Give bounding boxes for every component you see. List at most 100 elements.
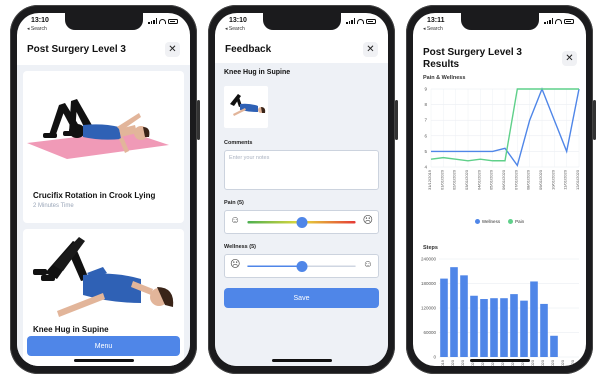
battery-icon (366, 18, 376, 24)
bar (470, 295, 478, 357)
x-tick-label: 11/01/2020 (550, 359, 555, 366)
feedback-form: Knee Hug in Supine Comments Enter your n… (215, 63, 388, 366)
status-icons (148, 18, 178, 24)
notch (262, 13, 341, 30)
status-icons (346, 18, 376, 24)
back-to-search-link[interactable]: ◂ Search (27, 26, 47, 32)
home-indicator (469, 359, 530, 362)
header: Post Surgery Level 3 ✕ (17, 35, 190, 63)
page-title-line1: Post Surgery Level 3 (423, 47, 522, 58)
exercise-time: 2 Minutes Time (33, 203, 74, 209)
status-time: 13:10 (229, 17, 247, 24)
y-tick-label: 60000 (423, 330, 436, 335)
signal-icon (346, 18, 355, 24)
x-tick-label: 04/01/2020 (476, 169, 481, 190)
y-tick-label: 7 (424, 118, 427, 123)
screen: 13:11 ◂ Search Post Surgery Level 3 Resu… (413, 13, 586, 366)
header: Feedback ✕ (215, 35, 388, 63)
home-indicator (73, 359, 134, 362)
x-tick-label: 02/01/2020 (452, 169, 457, 190)
exercise-name: Knee Hug in Supine (33, 325, 109, 334)
chart-title-pain-wellness: Pain & Wellness (423, 75, 466, 81)
exercise-name: Crucifix Rotation in Crook Lying (33, 191, 156, 200)
y-tick-label: 180000 (421, 281, 437, 286)
y-tick-label: 4 (424, 165, 427, 170)
happy-face-icon: ☺ (362, 259, 373, 270)
y-tick-label: 120000 (421, 306, 437, 311)
x-tick-label: 10/01/2020 (540, 359, 545, 366)
notch (64, 13, 143, 30)
close-button[interactable]: ✕ (562, 51, 577, 66)
sad-face-icon: ☹ (362, 215, 373, 226)
status-time: 13:11 (427, 17, 445, 24)
x-tick-label: 12/01/2020 (575, 169, 580, 190)
x-tick-label: 13/01/2020 (570, 359, 575, 366)
x-tick-label: 08/01/2020 (526, 169, 531, 190)
bar (510, 294, 518, 357)
status-time: 13:10 (31, 17, 49, 24)
page-title: Feedback (225, 43, 272, 55)
signal-icon (148, 18, 157, 24)
x-tick-label: 03/01/2020 (464, 169, 469, 190)
pain-wellness-chart: 4 5 6 7 8 9 31/12/2019 01/01/2020 02/01/2020 03/0… (424, 87, 580, 191)
legend-wellness: Wellness (474, 219, 500, 225)
x-tick-label: 12/01/2020 (560, 359, 565, 366)
chart-title-steps: Steps (423, 245, 438, 251)
x-tick-label: 09/01/2020 (530, 359, 535, 366)
exercise-thumbnail (224, 86, 268, 128)
y-tick-label: 6 (424, 133, 427, 138)
knee-hug-thumbnail-image (230, 94, 266, 116)
phone-results: 13:11 ◂ Search Post Surgery Level 3 Resu… (406, 5, 596, 374)
phone-feedback: 13:10 ◂ Search Feedback ✕ Knee Hug in Su… (208, 5, 398, 374)
x-tick-label: 31/12/2019 (427, 169, 432, 190)
legend-pain: Pain (508, 219, 524, 225)
x-tick-label: 05/01/2020 (489, 169, 494, 190)
battery-icon (168, 18, 178, 24)
phone-exercise-list: 13:10 ◂ Search Post Surgery Level 3 ✕ Cr… (10, 5, 200, 374)
wellness-label: Wellness (5) (224, 244, 256, 250)
bar (520, 300, 528, 357)
back-to-search-link[interactable]: ◂ Search (423, 26, 443, 32)
x-tick-label: 01/01/2020 (450, 359, 455, 366)
x-tick-label: 06/01/2020 (501, 169, 506, 190)
exercise-title: Knee Hug in Supine (224, 69, 291, 76)
x-tick-label: 02/01/2020 (460, 359, 465, 366)
bar (500, 298, 508, 357)
page-title: Post Surgery Level 3 Results (423, 47, 522, 71)
page-title-line2: Results (423, 59, 460, 70)
back-to-search-link[interactable]: ◂ Search (225, 26, 245, 32)
results-body: Pain & Wellness 4 5 6 7 8 9 31/12/2019 01/01/20… (413, 75, 586, 366)
wifi-icon (159, 18, 166, 24)
wellness-slider-thumb[interactable] (296, 261, 307, 272)
bar (440, 278, 448, 357)
x-tick-label: 07/01/2020 (513, 169, 518, 190)
comments-textarea[interactable]: Enter your notes (224, 150, 379, 190)
bar (450, 267, 458, 357)
wellness-slider[interactable]: ☹ ☺ (224, 254, 379, 278)
x-tick-label: 01/01/2020 (439, 169, 444, 190)
exercise-illustration-knee-hug (33, 237, 174, 317)
close-button[interactable]: ✕ (363, 41, 378, 57)
y-tick-label: 0 (433, 355, 436, 360)
status-icons (544, 18, 574, 24)
x-tick-label: 11/01/2020 (563, 169, 568, 189)
save-button[interactable]: Save (224, 288, 379, 308)
notch (460, 13, 539, 30)
pain-slider-thumb[interactable] (296, 217, 307, 228)
exercise-list: Crucifix Rotation in Crook Lying 2 Minut… (17, 65, 190, 366)
exercise-illustration-crucifix (27, 99, 169, 159)
close-button[interactable]: ✕ (165, 41, 180, 57)
steps-chart: 0 60000 120000 180000 240000 31/12/2019 01/01/… (421, 257, 579, 366)
menu-button[interactable]: Menu (27, 336, 180, 356)
bar (460, 275, 468, 357)
wifi-icon (357, 18, 364, 24)
x-tick-label: 09/01/2020 (538, 169, 543, 190)
sad-face-icon: ☹ (230, 259, 241, 270)
bar (530, 281, 538, 357)
pain-slider[interactable]: ☺ ☹ (224, 210, 379, 234)
x-tick-label: 31/12/2019 (440, 359, 445, 366)
comments-label: Comments (224, 140, 253, 146)
wifi-icon (555, 18, 562, 24)
y-tick-label: 8 (424, 102, 427, 107)
exercise-card[interactable]: Crucifix Rotation in Crook Lying 2 Minut… (23, 71, 184, 223)
